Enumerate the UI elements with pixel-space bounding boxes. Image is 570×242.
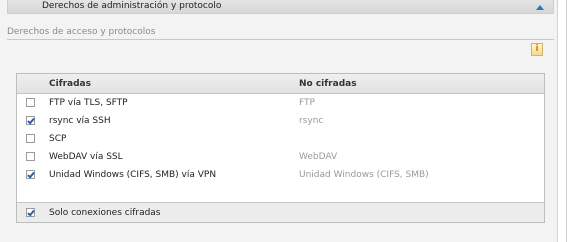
chevron-up-icon[interactable] <box>536 5 544 10</box>
protocol-checkbox[interactable] <box>26 116 35 125</box>
scrollbar-track[interactable] <box>558 0 570 242</box>
unencrypted-protocol-label: FTP <box>299 98 315 108</box>
subsection-divider <box>7 39 554 40</box>
protocol-table: Cifradas No cifradas FTP vía TLS, SFTP F… <box>16 73 545 223</box>
section-title: Derechos de administración y protocolo <box>42 1 222 11</box>
table-row: FTP vía TLS, SFTP FTP <box>17 94 544 112</box>
protocol-panel: Derechos de administración y protocolo D… <box>0 0 558 242</box>
protocol-checkbox[interactable] <box>26 98 35 107</box>
section-header[interactable]: Derechos de administración y protocolo <box>7 0 554 14</box>
encrypted-protocol-label: SCP <box>49 134 67 144</box>
encrypted-protocol-label: FTP vía TLS, SFTP <box>49 98 128 108</box>
scrollbar-divider <box>566 0 567 242</box>
encrypted-only-label: Solo conexiones cifradas <box>49 208 161 218</box>
protocol-checkbox[interactable] <box>26 134 35 143</box>
table-row: SCP <box>17 130 544 148</box>
table-row: rsync vía SSH rsync <box>17 112 544 130</box>
table-row: Unidad Windows (CIFS, SMB) vía VPN Unida… <box>17 166 544 184</box>
subsection-title: Derechos de acceso y protocolos <box>7 27 156 37</box>
encrypted-protocol-label: WebDAV vía SSL <box>49 152 123 162</box>
encrypted-only-checkbox[interactable] <box>26 208 35 217</box>
protocol-checkbox[interactable] <box>26 170 35 179</box>
table-header: Cifradas No cifradas <box>17 74 544 94</box>
table-row: WebDAV vía SSL WebDAV <box>17 148 544 166</box>
column-header-encrypted: Cifradas <box>49 79 91 89</box>
info-icon[interactable]: i <box>531 43 543 56</box>
unencrypted-protocol-label: WebDAV <box>299 152 338 162</box>
encrypted-protocol-label: Unidad Windows (CIFS, SMB) vía VPN <box>49 170 217 180</box>
encrypted-protocol-label: rsync vía SSH <box>49 116 111 126</box>
table-footer: Solo conexiones cifradas <box>17 202 544 222</box>
protocol-checkbox[interactable] <box>26 152 35 161</box>
unencrypted-protocol-label: rsync <box>299 116 324 126</box>
column-header-unencrypted: No cifradas <box>299 79 357 89</box>
unencrypted-protocol-label: Unidad Windows (CIFS, SMB) <box>299 170 429 180</box>
